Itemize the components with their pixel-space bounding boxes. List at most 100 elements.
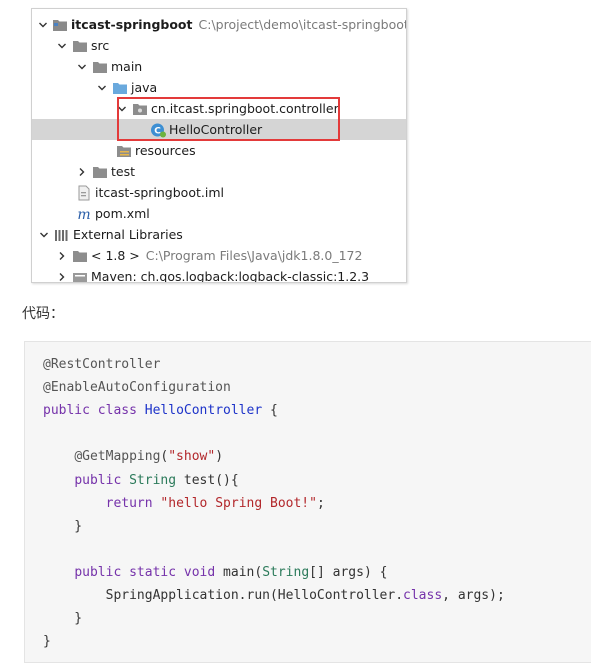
code-token: [] args) { <box>309 564 388 580</box>
tree-row[interactable]: cn.itcast.springboot.controller <box>32 98 406 119</box>
code-token: @RestController <box>43 357 161 372</box>
tree-row-label: External Libraries <box>73 227 183 242</box>
code-token: main( <box>215 564 263 580</box>
tree-row[interactable]: main <box>32 56 406 77</box>
module-folder-icon <box>52 17 68 33</box>
code-token: static <box>129 564 177 580</box>
code-token: ) <box>215 449 224 465</box>
code-token: return <box>105 495 153 511</box>
code-block: @RestController @EnableAutoConfiguration p… <box>24 341 591 663</box>
tree-row-label: src <box>91 38 110 53</box>
code-line: SpringApplication.run(HelloController.cl… <box>43 587 505 605</box>
code-token: "show" <box>168 449 216 465</box>
code-token: @GetMapping <box>74 449 161 465</box>
code-line: @GetMapping("show") <box>43 448 223 466</box>
code-token: class <box>403 588 443 603</box>
code-token: test(){ <box>176 472 239 488</box>
code-token: void <box>183 564 216 580</box>
spring-class-icon: C <box>150 122 166 138</box>
tree-row[interactable]: src <box>32 35 406 56</box>
tree-row[interactable]: test <box>32 161 406 182</box>
tree-row-label: HelloController <box>169 122 263 137</box>
tree-row-label: java <box>131 80 158 95</box>
code-token: public <box>43 403 90 419</box>
chevron-down-icon[interactable] <box>116 98 128 119</box>
tree-row[interactable]: C HelloController <box>32 119 406 140</box>
code-line: @EnableAutoConfiguration <box>43 379 231 397</box>
code-line: } <box>43 633 51 651</box>
tree-row-path: C:\Program Files\Java\jdk1.8.0_172 <box>145 248 363 263</box>
chevron-down-icon[interactable] <box>38 224 50 245</box>
tree-row[interactable]: itcast-springboot C:\project\demo\itcast-… <box>32 14 406 35</box>
chevron-right-icon[interactable] <box>76 161 88 182</box>
maven-icon: m <box>76 206 92 222</box>
tree-row-label: itcast-springboot <box>71 17 193 32</box>
library-icon <box>72 269 88 283</box>
tree-row-label: resources <box>135 143 196 158</box>
code-token: class <box>97 403 137 419</box>
code-token: public <box>74 472 122 488</box>
code-line: } <box>43 518 82 536</box>
code-caption: 代码： <box>22 306 64 322</box>
tree-row[interactable]: External Libraries <box>32 224 406 245</box>
tree-row-label: cn.itcast.springboot.controller <box>151 101 339 116</box>
tree-row[interactable]: resources <box>32 140 406 161</box>
iml-file-icon <box>76 185 92 201</box>
code-token: } <box>43 518 83 534</box>
code-line: public class HelloController { <box>43 402 278 420</box>
svg-text:m: m <box>77 207 90 222</box>
resources-folder-icon <box>116 143 132 159</box>
chevron-right-icon[interactable] <box>56 245 68 266</box>
package-icon <box>132 101 148 117</box>
chevron-down-icon[interactable] <box>56 35 68 56</box>
folder-icon <box>72 38 88 54</box>
jdk-icon <box>72 248 88 264</box>
code-token: @EnableAutoConfiguration <box>43 380 231 396</box>
code-token: HelloController <box>144 403 263 419</box>
tree-row-label: < 1.8 > <box>91 248 140 263</box>
tree-row[interactable]: java <box>32 77 406 98</box>
folder-icon <box>92 59 108 75</box>
tree-row[interactable]: itcast-springboot.iml <box>32 182 406 203</box>
code-token: "hello Spring Boot!" <box>160 495 317 511</box>
code-token: String <box>262 564 310 580</box>
source-folder-icon <box>112 80 128 96</box>
chevron-down-icon[interactable] <box>96 77 108 98</box>
code-token: public <box>74 564 122 580</box>
tree-row-label: itcast-springboot.iml <box>95 185 224 200</box>
code-token: { <box>262 403 278 419</box>
chevron-down-icon[interactable] <box>38 14 48 35</box>
project-tree-panel: itcast-springboot C:\project\demo\itcast-… <box>31 8 407 283</box>
tree-row-label: Maven: ch.qos.logback:logback-classic:1.… <box>91 269 370 283</box>
tree-row-path: C:\project\demo\itcast-springboot <box>198 17 407 32</box>
code-token: ; <box>316 495 325 511</box>
code-token: , args); <box>442 588 505 603</box>
tree-row-label: main <box>111 59 143 74</box>
code-line: } <box>43 610 82 628</box>
code-token: SpringApplication.run(HelloController. <box>43 588 404 603</box>
code-token: } <box>43 611 83 627</box>
tree-row[interactable]: < 1.8 > C:\Program Files\Java\jdk1.8.0_17… <box>32 245 406 266</box>
tree-row[interactable]: Maven: ch.qos.logback:logback-classic:1.… <box>32 266 406 283</box>
code-line: @RestController <box>43 356 160 374</box>
tree-row-label: test <box>111 164 136 179</box>
code-token: String <box>129 472 177 488</box>
tree-row[interactable]: m pom.xml <box>32 203 406 224</box>
chevron-down-icon[interactable] <box>76 56 88 77</box>
code-token: } <box>43 634 51 650</box>
chevron-right-icon[interactable] <box>56 266 68 282</box>
tree-row-label: pom.xml <box>95 206 150 221</box>
code-line: return "hello Spring Boot!"; <box>43 495 325 513</box>
libraries-icon <box>54 227 70 243</box>
code-line: public static void main(String[] args) { <box>43 564 387 582</box>
folder-icon <box>92 164 108 180</box>
